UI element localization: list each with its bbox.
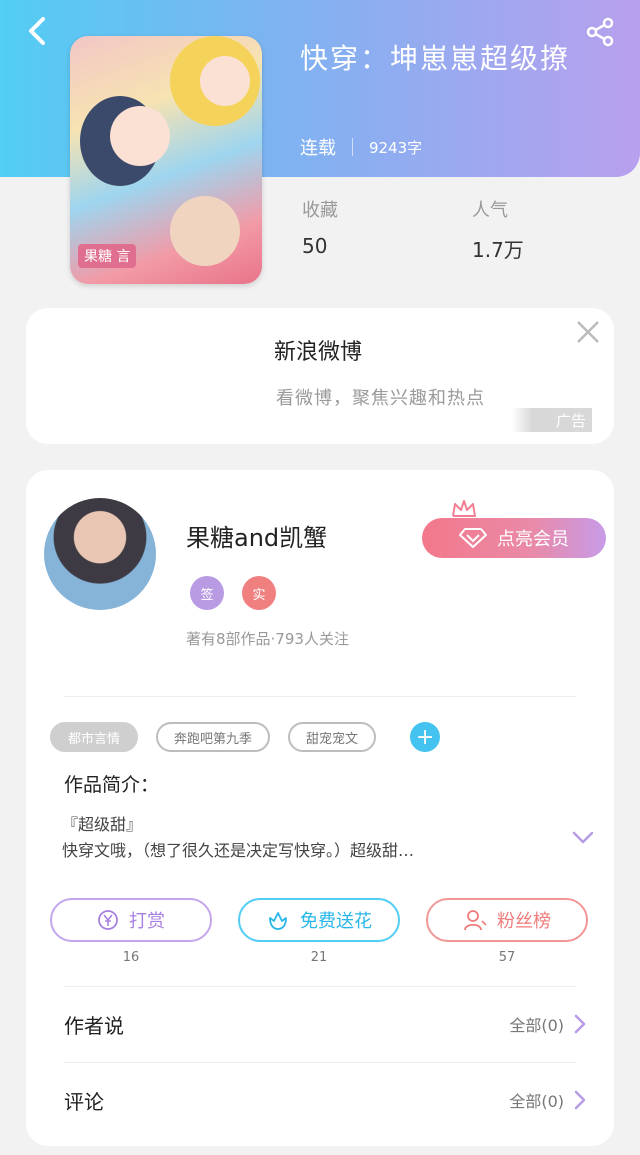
comments-row[interactable]: 评论 全部(0) <box>64 1070 586 1130</box>
stat-label: 收藏 <box>302 200 338 221</box>
divider <box>64 986 576 987</box>
row-label: 作者说 <box>64 1013 124 1038</box>
book-meta: 连载 9243字 <box>300 134 422 160</box>
ad-subtitle: 看微博，聚焦兴趣和热点 <box>276 388 485 409</box>
ad-label-badge: 广告 <box>512 408 592 432</box>
cover-author-tag: 果糖 言 <box>78 244 137 268</box>
diamond-icon <box>459 528 487 548</box>
user-icon <box>464 910 487 931</box>
meta-divider <box>352 138 353 156</box>
row-right: 全部(0) <box>509 1012 586 1036</box>
serial-status: 连载 <box>300 138 336 159</box>
plus-icon: + <box>415 724 435 750</box>
row-count: 全部(0) <box>509 1016 564 1035</box>
author-info: 著有8部作品·793人关注 <box>186 630 349 648</box>
chevron-down-icon[interactable] <box>572 830 594 846</box>
tag-list: 都市言情 奔跑吧第九季 甜宠宠文 + <box>50 722 441 752</box>
intro-line: 快穿文哦，（想了很久还是决定写快穿。）超级甜… <box>62 841 415 860</box>
ad-card[interactable]: 新浪微博 看微博，聚焦兴趣和热点 广告 <box>26 308 614 444</box>
reward-button[interactable]: 打赏 <box>50 898 212 942</box>
add-tag-button[interactable]: + <box>410 722 441 752</box>
vip-button-label: 点亮会员 <box>497 529 569 550</box>
tag-item[interactable]: 甜宠宠文 <box>288 722 377 752</box>
word-count: 9243字 <box>369 138 423 157</box>
author-avatar[interactable] <box>44 498 156 610</box>
vip-button[interactable]: 点亮会员 <box>422 518 606 558</box>
signed-badge: 签 <box>190 576 224 610</box>
reward-count: 16 <box>122 950 140 965</box>
row-right: 全部(0) <box>509 1088 586 1112</box>
flower-count: 21 <box>310 950 328 965</box>
author-name[interactable]: 果糖and凯蟹 <box>186 518 327 553</box>
ad-close-button[interactable] <box>574 318 602 346</box>
cover-art-shape <box>200 56 250 106</box>
tag-item[interactable]: 都市言情 <box>50 722 139 752</box>
flower-icon <box>269 912 287 930</box>
row-count: 全部(0) <box>509 1092 564 1111</box>
tag-item[interactable]: 奔跑吧第九季 <box>156 722 271 752</box>
reward-label: 打赏 <box>129 911 165 932</box>
back-button[interactable] <box>20 14 54 48</box>
crown-icon <box>452 500 476 517</box>
chevron-right-icon <box>574 1090 586 1110</box>
divider <box>64 1062 576 1063</box>
book-cover[interactable]: 果糖 言 <box>70 36 262 284</box>
verified-badge: 实 <box>242 576 276 610</box>
stat-label: 人气 <box>472 200 508 221</box>
stat-value: 1.7万 <box>472 238 524 262</box>
fan-ranking-label: 粉丝榜 <box>497 911 551 932</box>
close-icon <box>577 321 599 343</box>
row-label: 评论 <box>64 1089 104 1114</box>
chevron-right-icon <box>574 1014 586 1034</box>
author-says-row[interactable]: 作者说 全部(0) <box>64 994 586 1054</box>
send-flower-button[interactable]: 免费送花 <box>238 898 400 942</box>
intro-label: 作品简介： <box>64 774 160 796</box>
divider <box>64 696 576 697</box>
yen-icon <box>98 910 118 930</box>
ad-label: 广告 <box>555 411 586 430</box>
author-card: 果糖and凯蟹 签 实 著有8部作品·793人关注 点亮会员 都市言情 奔跑吧第… <box>26 470 614 1146</box>
stat-popularity: 人气 1.7万 <box>472 196 524 263</box>
fan-count: 57 <box>498 950 516 965</box>
stat-value: 50 <box>302 234 328 258</box>
intro-text[interactable]: 『超级甜』 快穿文哦，（想了很久还是决定写快穿。）超级甜… <box>62 812 562 864</box>
fan-ranking-button[interactable]: 粉丝榜 <box>426 898 588 942</box>
stat-favorites: 收藏 50 <box>302 196 338 258</box>
cover-art-shape <box>170 196 240 266</box>
ad-title: 新浪微博 <box>274 340 363 365</box>
cover-art-shape <box>110 106 170 166</box>
chevron-left-icon <box>29 17 45 45</box>
book-title: 快穿：坤崽崽超级撩 <box>300 42 571 75</box>
send-flower-label: 免费送花 <box>300 911 372 932</box>
intro-line: 『超级甜』 <box>62 815 143 834</box>
